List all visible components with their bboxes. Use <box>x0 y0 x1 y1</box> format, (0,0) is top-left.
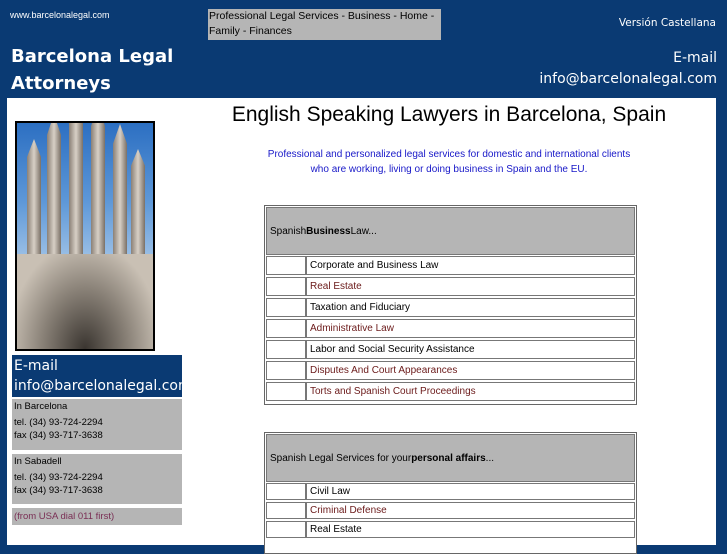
office-fax: fax (34) 93-717-3638 <box>14 430 103 441</box>
header-email[interactable]: E-mail info@barcelonalegal.com <box>539 48 717 90</box>
sidebar-email[interactable]: E-mail info@barcelonalegal.com <box>12 355 192 397</box>
service-link[interactable]: Administrative Law <box>306 319 635 338</box>
office-city: In Sabadell <box>14 456 62 467</box>
header-email-label[interactable]: E-mail <box>539 48 717 69</box>
service-link[interactable]: Criminal Defense <box>306 502 635 519</box>
intro-text: Professional and personalized legal serv… <box>247 147 651 177</box>
services-nav[interactable]: Professional Legal Services - Business -… <box>208 9 441 40</box>
table-row[interactable]: Taxation and Fiduciary <box>266 298 635 317</box>
service-link[interactable]: Corporate and Business Law <box>306 256 635 275</box>
table-row[interactable]: Corporate and Business Law <box>266 256 635 275</box>
table-row[interactable]: Disputes And Court Appearances <box>266 361 635 380</box>
site-title-line2: Attorneys <box>11 73 111 94</box>
service-link[interactable]: Real Estate <box>306 277 635 296</box>
heading-text: Law... <box>350 225 377 237</box>
site-title: Barcelona Legal Attorneys <box>11 43 173 97</box>
business-law-heading: Spanish Business Law... <box>266 207 635 255</box>
page-title: English Speaking Lawyers in Barcelona, S… <box>231 103 667 126</box>
intro-line-1: Professional and personalized legal serv… <box>267 149 631 160</box>
table-row[interactable]: Torts and Spanish Court Proceedings <box>266 382 635 401</box>
intro-line-2: who are working, living or doing busines… <box>310 164 588 175</box>
table-row[interactable]: Real Estate <box>266 521 635 538</box>
heading-bold: Business <box>306 225 351 237</box>
heading-text: Spanish <box>270 225 307 237</box>
service-link[interactable]: Torts and Spanish Court Proceedings <box>306 382 635 401</box>
office-barcelona: In Barcelona tel. (34) 93-724-2294 fax (… <box>12 399 182 450</box>
header-email-address[interactable]: info@barcelonalegal.com <box>539 69 717 90</box>
office-city: In Barcelona <box>14 401 68 412</box>
usa-dial-note: (from USA dial 011 first) <box>12 508 182 525</box>
spanish-version-link[interactable]: Versión Castellana <box>619 17 716 29</box>
personal-affairs-table: Spanish Legal Services for your personal… <box>264 432 637 554</box>
heading-bold: personal affairs <box>411 452 486 464</box>
table-row[interactable]: Real Estate <box>266 277 635 296</box>
table-row[interactable]: Administrative Law <box>266 319 635 338</box>
service-link[interactable]: Labor and Social Security Assistance <box>306 340 635 359</box>
sidebar-email-label[interactable]: E-mail <box>14 356 180 376</box>
table-row[interactable]: Labor and Social Security Assistance <box>266 340 635 359</box>
service-link[interactable]: Civil Law <box>306 483 635 500</box>
personal-affairs-heading: Spanish Legal Services for your personal… <box>266 434 635 482</box>
table-row[interactable]: Civil Law <box>266 483 635 500</box>
sidebar-email-address[interactable]: info@barcelonalegal.com <box>14 376 192 396</box>
office-sabadell: In Sabadell tel. (34) 93-724-2294 fax (3… <box>12 454 182 504</box>
site-url: www.barcelonalegal.com <box>10 10 110 20</box>
service-link[interactable]: Real Estate <box>306 521 635 538</box>
table-row[interactable]: Criminal Defense <box>266 502 635 519</box>
site-title-line1: Barcelona Legal <box>11 46 174 67</box>
sagrada-familia-photo <box>15 121 155 351</box>
service-link[interactable]: Taxation and Fiduciary <box>306 298 635 317</box>
heading-text: ... <box>485 452 495 464</box>
office-fax: fax (34) 93-717-3638 <box>14 485 103 496</box>
business-law-table: Spanish Business Law... Corporate and Bu… <box>264 205 637 405</box>
content-area: E-mail info@barcelonalegal.com In Barcel… <box>7 98 716 554</box>
heading-text: Spanish Legal Services for your <box>270 452 412 464</box>
service-link[interactable]: Disputes And Court Appearances <box>306 361 635 380</box>
